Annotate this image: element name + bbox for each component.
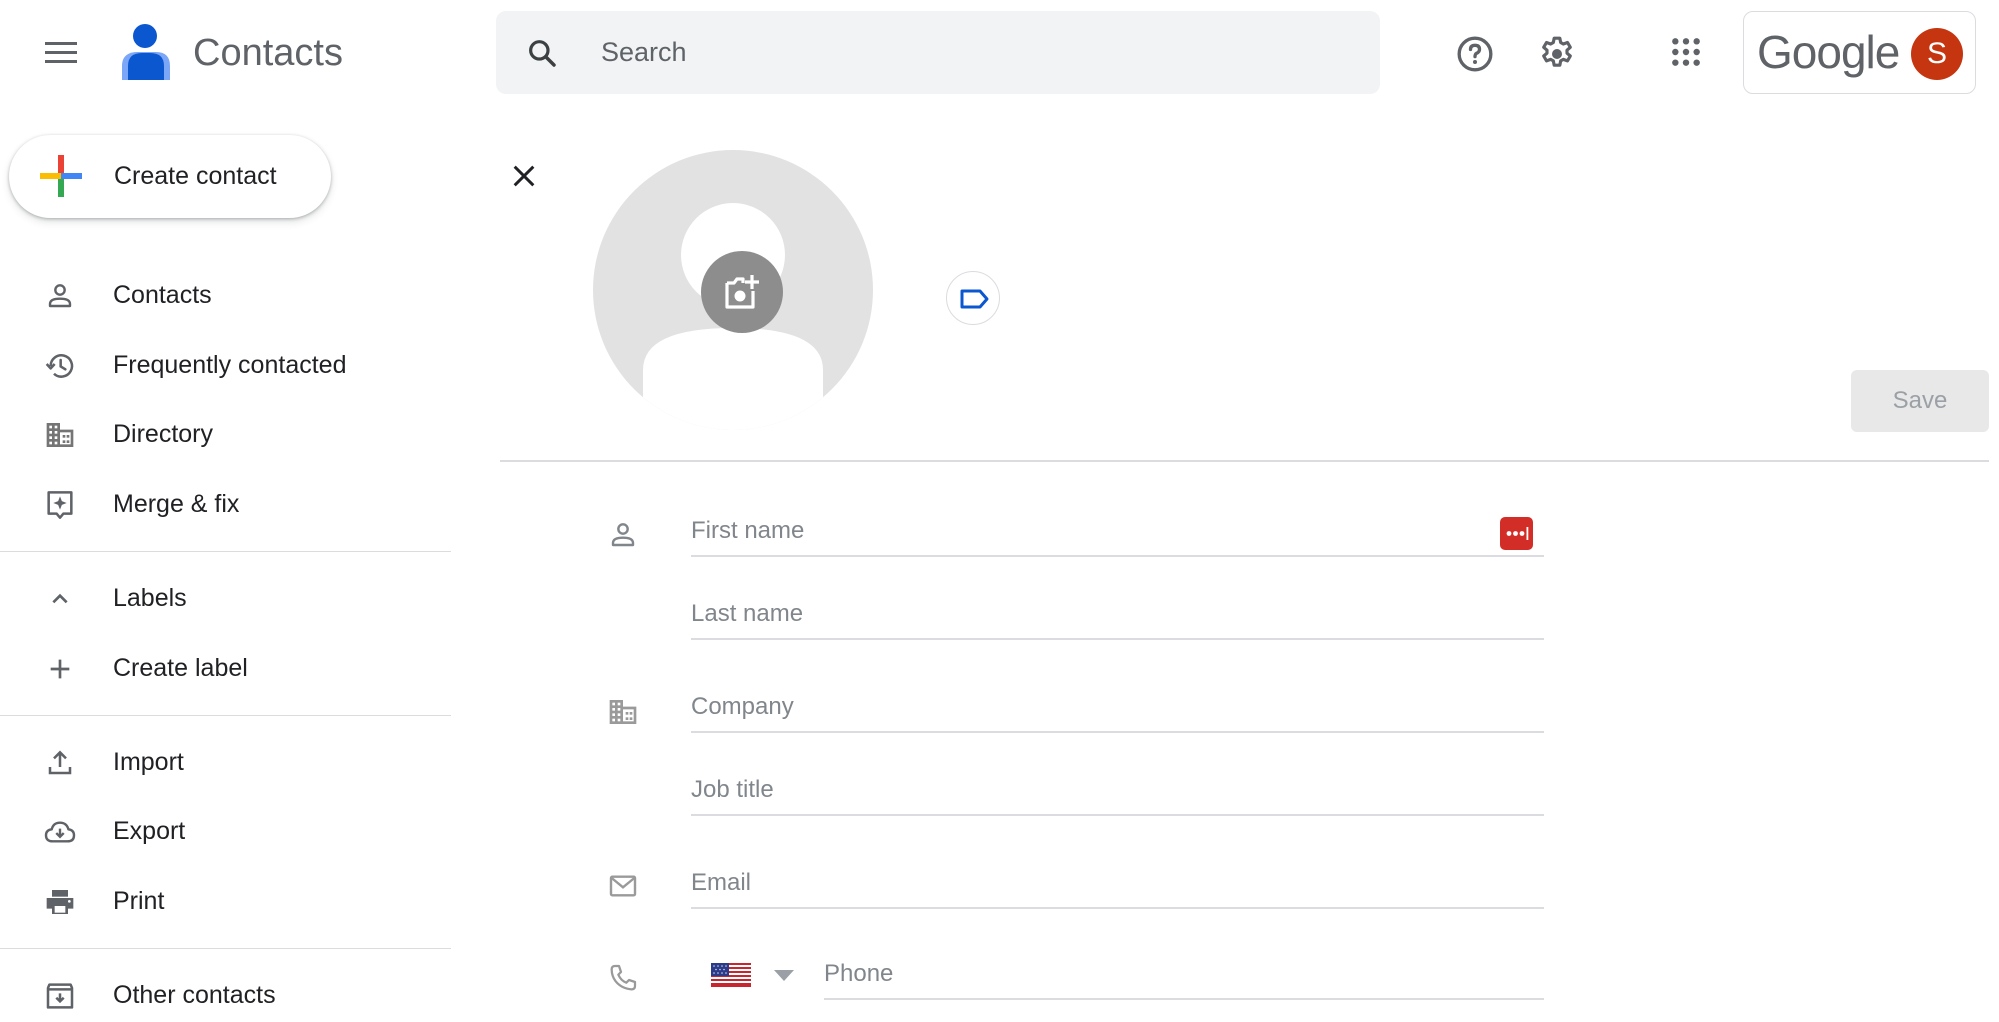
sidebar-item-label: Frequently contacted bbox=[113, 351, 347, 379]
menu-icon-bar bbox=[45, 60, 77, 63]
sidebar-item-export[interactable]: Export bbox=[0, 801, 451, 861]
settings-icon[interactable] bbox=[1537, 34, 1577, 74]
building-icon bbox=[609, 700, 637, 724]
archive-icon bbox=[46, 983, 74, 1009]
close-icon[interactable] bbox=[508, 160, 540, 192]
sidebar-divider bbox=[0, 715, 451, 716]
chevron-up-icon bbox=[52, 593, 68, 604]
main-menu-button[interactable] bbox=[45, 42, 77, 64]
building-icon bbox=[46, 423, 74, 447]
cloud-download-icon bbox=[44, 821, 76, 843]
sidebar-divider bbox=[0, 551, 451, 552]
sidebar-item-directory[interactable]: Directory bbox=[0, 404, 451, 464]
merge-fix-icon bbox=[47, 491, 73, 519]
plus-icon bbox=[50, 659, 70, 679]
first-name-input[interactable] bbox=[691, 507, 1544, 555]
save-button[interactable]: Save bbox=[1851, 370, 1989, 432]
job-title-field[interactable] bbox=[691, 766, 1544, 816]
sidebar-divider bbox=[0, 948, 451, 949]
plus-icon bbox=[40, 155, 82, 197]
company-field[interactable] bbox=[691, 683, 1544, 733]
editor-header-divider bbox=[500, 460, 1989, 462]
apps-grid-icon[interactable] bbox=[1670, 36, 1702, 68]
add-photo-icon bbox=[725, 275, 759, 309]
job-title-input[interactable] bbox=[691, 766, 1544, 814]
sidebar-item-label: Print bbox=[113, 887, 165, 915]
sidebar-item-label: Import bbox=[113, 748, 184, 776]
phone-icon bbox=[610, 964, 637, 991]
google-wordmark: Google bbox=[1757, 26, 1900, 78]
labels-section-toggle[interactable]: Labels bbox=[0, 568, 451, 628]
labels-heading: Labels bbox=[113, 584, 187, 612]
create-label-label: Create label bbox=[113, 654, 248, 682]
sidebar-item-label: Contacts bbox=[113, 281, 212, 309]
app-title: Contacts bbox=[193, 32, 343, 74]
sidebar-item-import[interactable]: Import bbox=[0, 732, 451, 792]
sidebar-item-contacts[interactable]: Contacts bbox=[0, 265, 451, 325]
create-label-button[interactable]: Create label bbox=[0, 638, 451, 698]
email-icon bbox=[609, 875, 637, 897]
email-field[interactable] bbox=[691, 859, 1544, 909]
menu-icon-bar bbox=[45, 51, 77, 54]
phone-field[interactable] bbox=[824, 950, 1544, 1000]
add-label-button[interactable] bbox=[946, 271, 1000, 325]
search-input[interactable] bbox=[601, 11, 1361, 94]
sidebar-item-label: Directory bbox=[113, 420, 214, 448]
sidebar-item-label: Export bbox=[113, 817, 186, 845]
sidebar-item-frequently-contacted[interactable]: Frequently contacted bbox=[0, 335, 451, 395]
help-icon[interactable] bbox=[1455, 34, 1495, 74]
search-bar[interactable] bbox=[496, 11, 1380, 94]
label-icon bbox=[960, 289, 989, 309]
add-photo-button[interactable] bbox=[701, 251, 783, 333]
country-flag-us[interactable] bbox=[711, 963, 751, 987]
upload-icon bbox=[48, 750, 72, 775]
contacts-logo-icon bbox=[118, 22, 172, 82]
sidebar-item-label: Merge & fix bbox=[113, 490, 240, 518]
company-input[interactable] bbox=[691, 683, 1544, 731]
first-name-field[interactable] bbox=[691, 507, 1544, 557]
password-manager-icon[interactable] bbox=[1500, 517, 1533, 550]
phone-input[interactable] bbox=[824, 950, 1544, 998]
last-name-input[interactable] bbox=[691, 590, 1544, 638]
sidebar-item-print[interactable]: Print bbox=[0, 871, 451, 931]
account-switcher[interactable]: Google S bbox=[1743, 11, 1976, 94]
menu-icon-bar bbox=[45, 42, 77, 45]
create-contact-button[interactable]: Create contact bbox=[9, 135, 331, 218]
sidebar-item-label: Other contacts bbox=[113, 981, 276, 1009]
create-contact-label: Create contact bbox=[114, 162, 277, 190]
sidebar-item-merge-fix[interactable]: Merge & fix bbox=[0, 474, 451, 534]
print-icon bbox=[46, 890, 74, 914]
person-icon bbox=[48, 284, 72, 308]
last-name-field[interactable] bbox=[691, 590, 1544, 640]
email-input[interactable] bbox=[691, 859, 1544, 907]
person-icon bbox=[611, 523, 635, 547]
search-icon[interactable] bbox=[526, 37, 558, 69]
sidebar-item-other-contacts[interactable]: Other contacts bbox=[0, 965, 451, 1022]
country-dropdown-arrow-icon[interactable] bbox=[774, 970, 794, 981]
account-avatar[interactable]: S bbox=[1911, 28, 1963, 80]
history-icon bbox=[45, 354, 74, 378]
